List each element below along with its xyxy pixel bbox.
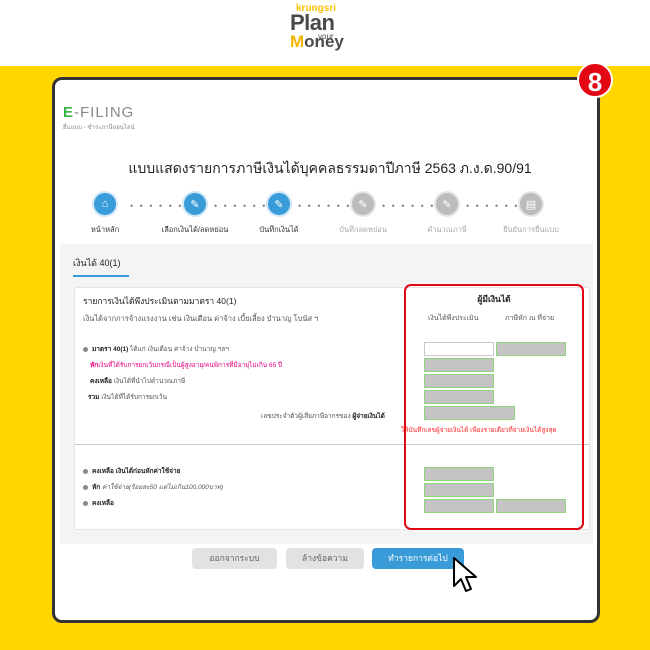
step-select-income[interactable]: ✎ เลือกเงินได้/ลดหย่อน xyxy=(150,193,240,236)
home-icon: ⌂ xyxy=(94,193,116,215)
payer-tax-id-field[interactable] xyxy=(424,406,515,420)
edit-document-icon: ✎ xyxy=(352,193,374,215)
step-home[interactable]: ⌂ หน้าหลัก xyxy=(60,193,150,236)
tab-income-40-1[interactable]: เงินได้ 40(1) xyxy=(73,256,129,277)
before-expense-field xyxy=(424,467,494,481)
brand-your: your xyxy=(318,32,334,41)
exempt-elderly-field xyxy=(424,358,494,372)
remaining-taxable-field xyxy=(424,374,494,388)
panel-description: เงินได้จากการจ้างแรงงาน เช่น เงินเดือน ค… xyxy=(83,314,319,323)
progress-steps: ⌂ หน้าหลัก • • • • • • • • ✎ เลือกเงินได… xyxy=(70,193,590,238)
bullet-icon xyxy=(83,500,88,506)
bullet-icon xyxy=(83,484,88,490)
row-before-expense: คงเหลือ เงินได้ก่อนหักค่าใช้จ่าย xyxy=(83,466,180,476)
bullet-icon xyxy=(83,346,88,352)
clear-button[interactable]: ล้างข้อความ xyxy=(286,548,364,569)
step-record-income[interactable]: ✎ บันทึกเงินได้ xyxy=(234,193,324,236)
row-section-40-1: มาตรา 40(1) ได้แก่ เงินเดือน ค่าจ้าง บำน… xyxy=(83,344,229,354)
krungsri-plan-your-money-logo: krungsri Plan your Money xyxy=(290,3,370,50)
column-withholding-tax: ภาษีหัก ณ ที่จ่าย xyxy=(505,315,555,322)
confirm-document-icon: ▤ xyxy=(520,193,542,215)
row-remaining-income: คงเหลือ xyxy=(83,498,114,508)
row-total-exempt: รวม เงินได้ที่ได้รับการยกเว้น xyxy=(88,394,168,401)
bullet-icon xyxy=(83,468,88,474)
step-number-badge: 8 xyxy=(577,62,613,98)
row-exempt-elderly: หักเงินที่ได้รับการยกเว้นกรณีเป็นผู้สูงอ… xyxy=(90,362,283,369)
step-record-deduction: ✎ บันทึกลดหย่อน xyxy=(318,193,408,236)
step-confirm-filing: ▤ ยืนยันการยื่นแบบ xyxy=(486,193,576,236)
page-title: แบบแสดงรายการภาษีเงินได้บุคคลธรรมดาปีภาษ… xyxy=(128,160,532,176)
mouse-cursor-icon xyxy=(453,557,477,592)
expense-deduction-field xyxy=(424,483,494,497)
withholding-40-1-field xyxy=(496,342,566,356)
income-40-1-input[interactable] xyxy=(424,342,494,356)
panel-title: รายการเงินได้พึงประเมินตามมาตรา 40(1) xyxy=(83,296,237,306)
remaining-income-field xyxy=(424,499,494,513)
column-assessable-income: เงินได้พึงประเมิน xyxy=(428,315,479,322)
row-remaining-taxable: คงเหลือ เงินได้ที่นำไปคำนวณภาษี xyxy=(90,378,186,385)
efiling-logo: E-FILING ยื่นแบบ - ชำระภาษีออนไลน์ xyxy=(63,104,135,131)
logout-button[interactable]: ออกจากระบบ xyxy=(192,548,277,569)
calculate-icon: ✎ xyxy=(436,193,458,215)
edit-document-icon: ✎ xyxy=(268,193,290,215)
total-exempt-field xyxy=(424,390,494,404)
next-button[interactable]: ทำรายการต่อไป xyxy=(372,548,464,569)
brand-plan: Plan xyxy=(290,10,335,35)
edit-document-icon: ✎ xyxy=(184,193,206,215)
column-head-income-earner: ผู้มีเงินได้ xyxy=(477,294,511,304)
row-expense-deduction: หัก ค่าใช้จ่าย(ร้อยละ50 แต่ไม่เกิน100,00… xyxy=(83,482,223,492)
payer-tax-id-label: เลขประจำตัวผู้เสียภาษีอากรของ ผู้จ่ายเงิ… xyxy=(261,413,385,420)
efiling-subtitle: ยื่นแบบ - ชำระภาษีออนไลน์ xyxy=(63,125,135,131)
step-calculate-tax: ✎ คำนวณภาษี xyxy=(402,193,492,236)
remaining-withholding-field xyxy=(496,499,566,513)
